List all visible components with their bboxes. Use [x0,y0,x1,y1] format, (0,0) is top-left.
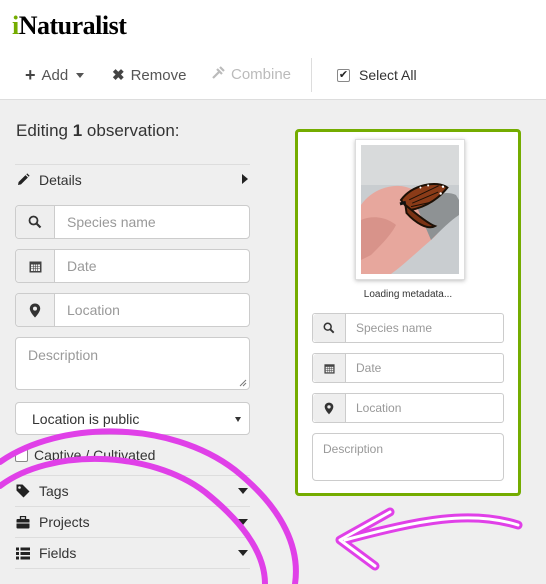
search-icon [313,314,346,342]
caret-down-icon [238,550,248,556]
dropdown-caret-icon [235,417,241,422]
card-location-input[interactable]: Location [346,394,503,422]
search-icon [16,206,55,238]
annotation-arrow-shaft [340,513,523,545]
annotation-arrow-head [335,507,395,571]
tag-icon [15,484,31,498]
date-field[interactable]: Date [15,249,250,283]
card-location-field[interactable]: Location [312,393,504,423]
add-button[interactable]: + Add [25,65,85,85]
details-section-toggle[interactable]: Details [15,164,250,195]
calendar-icon [313,354,346,382]
caret-down-icon [238,519,248,525]
details-label: Details [39,172,82,188]
page-heading: Editing 1 observation: [16,121,180,140]
toolbar: + Add ✖ Remove Combine ✔ Select All [0,50,546,100]
add-label: Add [41,66,69,84]
list-icon [15,547,31,560]
card-description-placeholder: Description [323,442,384,456]
caret-down-icon [76,72,85,78]
combine-button[interactable]: Combine [212,66,291,83]
captive-checkbox[interactable] [15,448,28,462]
tags-label: Tags [39,483,69,499]
collapsible-sections: Tags Projects Fields [15,475,250,569]
observation-photo[interactable] [355,139,465,280]
captive-cultivated-option[interactable]: Captive / Cultivated [15,447,155,463]
captive-label: Captive / Cultivated [34,447,156,463]
resize-handle-icon[interactable] [239,379,247,387]
top-bar: iNaturalist [0,0,546,50]
card-species-name-field[interactable]: Species name [312,313,504,343]
briefcase-icon [15,515,31,529]
annotation-arrow-outline [343,516,520,542]
geoprivacy-select[interactable]: Location is public [15,402,250,435]
remove-label: Remove [130,66,187,84]
caret-right-icon [242,174,248,184]
geoprivacy-value: Location is public [32,411,140,427]
map-marker-icon [313,394,346,422]
inaturalist-logo[interactable]: iNaturalist [12,11,127,41]
select-all-label: Select All [359,67,417,83]
butterfly-photo-image [361,145,459,274]
select-all-control[interactable]: ✔ Select All [337,67,417,83]
projects-section-toggle[interactable]: Projects [15,506,250,537]
observation-card[interactable]: Loading metadata... Species name Date Lo… [295,129,521,496]
observation-count: 1 [72,121,83,140]
date-input[interactable]: Date [55,250,249,282]
fields-label: Fields [39,545,77,561]
fields-section-toggle[interactable]: Fields [15,537,250,568]
loading-metadata-text: Loading metadata... [363,289,453,300]
pencil-icon [15,173,31,187]
description-textarea[interactable]: Description [15,337,250,390]
plus-icon: + [25,65,36,85]
location-field[interactable]: Location [15,293,250,327]
toolbar-divider [311,58,312,92]
card-date-input[interactable]: Date [346,354,503,382]
details-panel: Details [15,164,250,195]
card-species-name-input[interactable]: Species name [346,314,503,342]
card-date-field[interactable]: Date [312,353,504,383]
caret-down-icon [238,488,248,494]
calendar-icon [16,250,55,282]
select-all-checkbox[interactable]: ✔ [337,68,350,82]
description-placeholder: Description [28,347,99,363]
species-name-field[interactable]: Species name [15,205,250,239]
section-divider [15,568,250,569]
combine-icon [212,66,225,83]
tags-section-toggle[interactable]: Tags [15,475,250,506]
location-input[interactable]: Location [55,294,249,326]
annotation-arrow-head-outline [338,510,392,568]
card-description-textarea[interactable]: Description [312,433,504,481]
combine-label: Combine [231,66,292,83]
x-icon: ✖ [112,67,125,84]
species-name-input[interactable]: Species name [55,206,249,238]
map-marker-icon [16,294,55,326]
remove-button[interactable]: ✖ Remove [112,66,187,85]
projects-label: Projects [39,514,90,530]
